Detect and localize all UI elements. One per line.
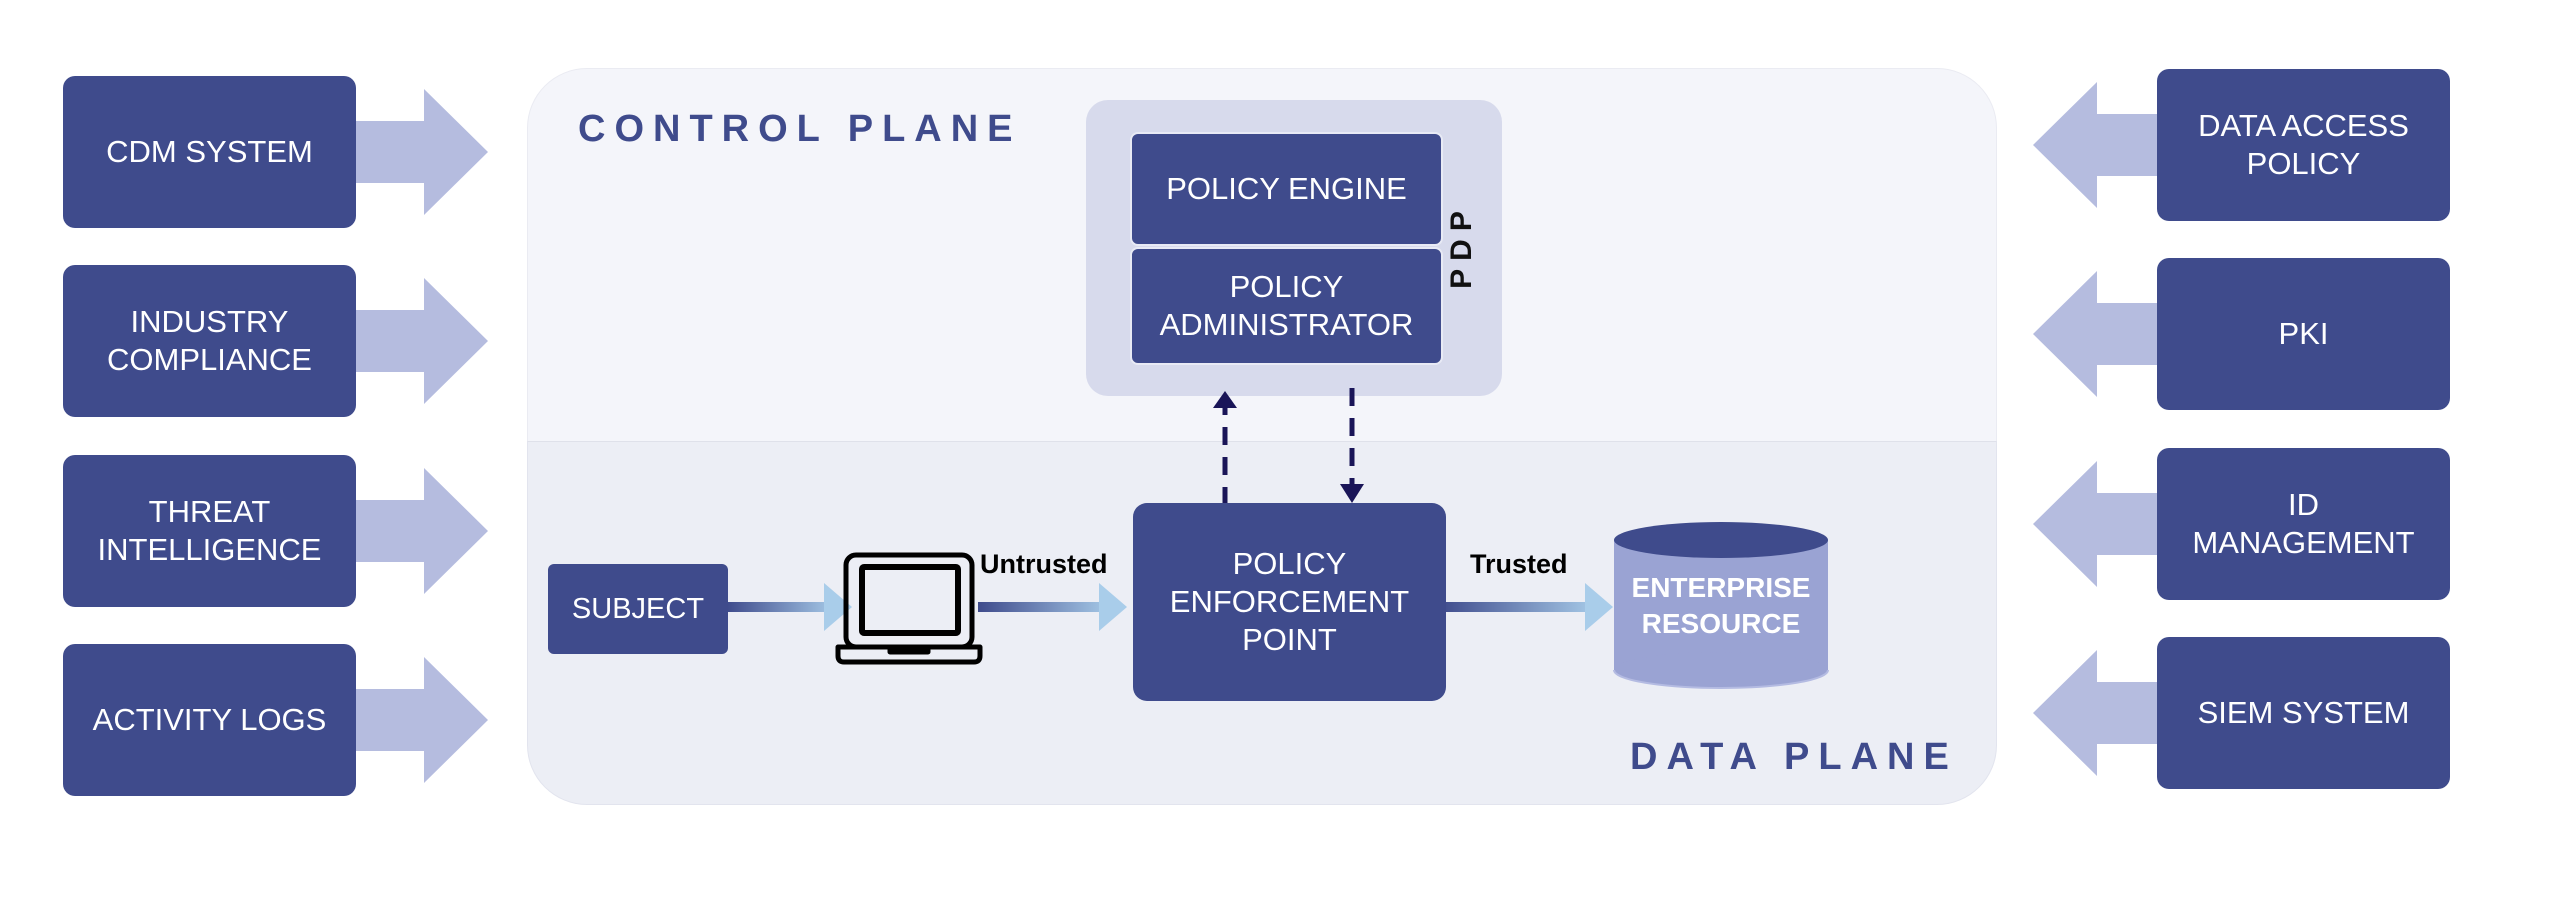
- untrusted-label: Untrusted: [980, 549, 1108, 579]
- flow-arrow-device-pep: [978, 602, 1114, 612]
- trusted-label: Trusted: [1470, 549, 1568, 579]
- flow-arrow-head-icon: [1585, 583, 1613, 631]
- flow-arrow-subject-device: [727, 602, 839, 612]
- flow-arrow-pep-resource: [1440, 602, 1600, 612]
- flow-arrows-layer: [727, 388, 1829, 689]
- laptop-icon: [835, 552, 983, 665]
- policy-enforcement-point[interactable]: POLICY ENFORCEMENT POINT: [1133, 503, 1446, 701]
- enterprise-resource[interactable]: ENTERPRISE RESOURCE: [1614, 570, 1828, 642]
- subject-node[interactable]: SUBJECT: [548, 564, 728, 654]
- arrow-down-head-icon: [1340, 484, 1364, 503]
- flow-arrow-head-icon: [1099, 583, 1127, 631]
- arrow-up-head-icon: [1213, 391, 1237, 408]
